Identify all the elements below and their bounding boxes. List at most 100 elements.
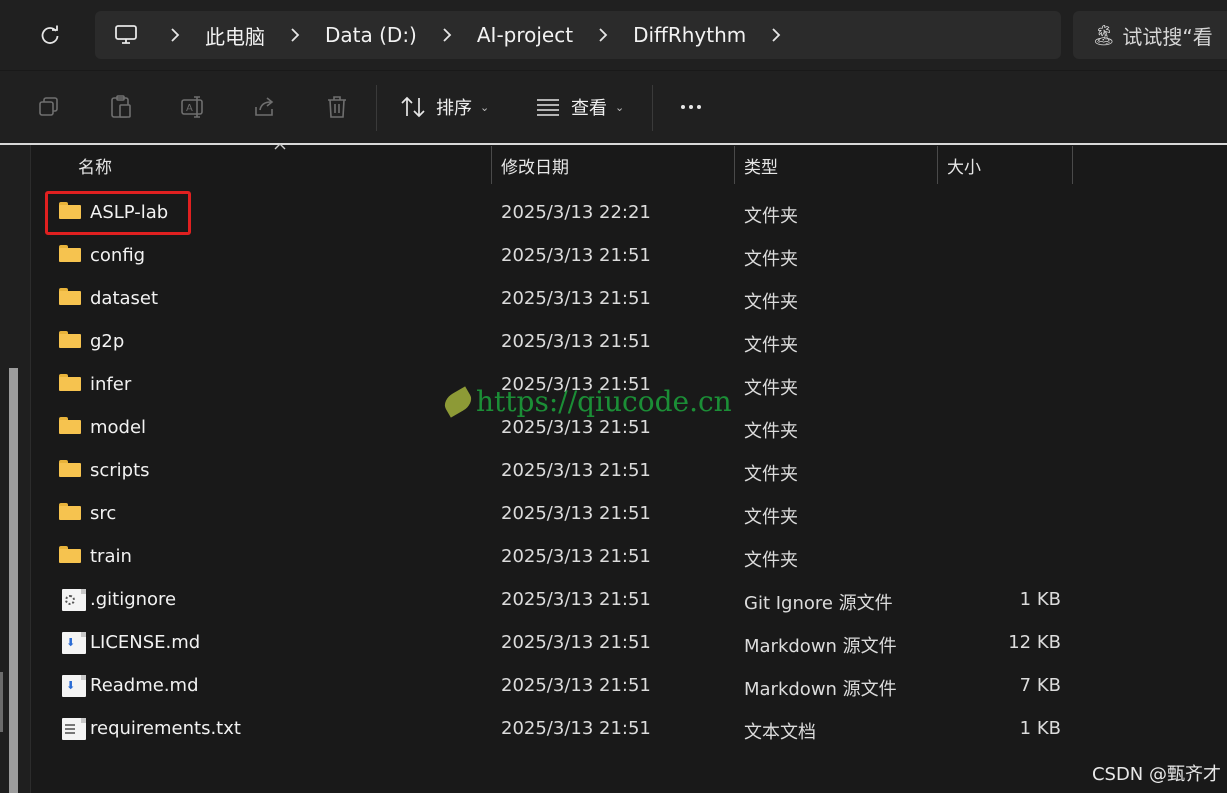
text-file-icon bbox=[62, 718, 86, 740]
chevron-right-icon[interactable] bbox=[167, 25, 183, 45]
file-type: 文件夹 bbox=[744, 206, 798, 227]
sort-button[interactable]: 排序 ⌄ bbox=[400, 87, 489, 127]
refresh-button[interactable] bbox=[30, 18, 70, 54]
more-options-button[interactable] bbox=[670, 87, 712, 127]
file-name: src bbox=[90, 503, 117, 524]
author-credit: CSDN @甄齐才 bbox=[1091, 764, 1221, 785]
delete-icon bbox=[328, 96, 346, 118]
view-button[interactable]: 查看 ⌄ bbox=[535, 87, 624, 127]
file-date: 2025/3/13 22:21 bbox=[501, 202, 651, 223]
address-bar-area: 此电脑 Data (D:) AI-project DiffRhythm 🏝 试试… bbox=[0, 0, 1227, 70]
file-name: requirements.txt bbox=[90, 718, 241, 739]
column-divider[interactable] bbox=[734, 146, 735, 184]
file-row-gitignore[interactable]: .gitignore 2025/3/13 21:51 Git Ignore 源文… bbox=[45, 579, 1075, 622]
delete-button[interactable] bbox=[315, 85, 359, 129]
paste-icon bbox=[111, 95, 131, 118]
file-row-requirements[interactable]: requirements.txt 2025/3/13 21:51 文本文档 1 … bbox=[45, 708, 1075, 751]
file-row-train[interactable]: train 2025/3/13 21:51 文件夹 bbox=[45, 536, 1075, 579]
rename-icon: A bbox=[181, 96, 203, 118]
breadcrumb-item-ai-project[interactable]: AI-project bbox=[477, 23, 573, 47]
file-row-src[interactable]: src 2025/3/13 21:51 文件夹 bbox=[45, 493, 1075, 536]
config-file-icon bbox=[62, 589, 86, 611]
file-row-dataset[interactable]: dataset 2025/3/13 21:51 文件夹 bbox=[45, 278, 1075, 321]
navigation-pane bbox=[0, 145, 31, 793]
file-type: 文本文档 bbox=[744, 722, 816, 743]
file-row-readme[interactable]: ⬇ Readme.md 2025/3/13 21:51 Markdown 源文件… bbox=[45, 665, 1075, 708]
watermark: https://qiucode.cn bbox=[440, 385, 732, 418]
copy-button[interactable] bbox=[27, 85, 71, 129]
file-type: 文件夹 bbox=[744, 421, 798, 442]
column-header-name[interactable]: 名称 bbox=[78, 146, 112, 184]
file-row-config[interactable]: config 2025/3/13 21:51 文件夹 bbox=[45, 235, 1075, 278]
file-type: 文件夹 bbox=[744, 507, 798, 528]
file-name: train bbox=[90, 546, 132, 567]
file-type: Markdown 源文件 bbox=[744, 636, 897, 657]
file-size: 7 KB bbox=[1019, 675, 1061, 696]
command-bar: A 排序 ⌄ 查看 ⌄ bbox=[0, 71, 1227, 145]
chevron-right-icon[interactable] bbox=[768, 25, 784, 45]
paste-button[interactable] bbox=[99, 85, 143, 129]
file-type: 文件夹 bbox=[744, 378, 798, 399]
file-name: infer bbox=[90, 374, 132, 395]
file-row-scripts[interactable]: scripts 2025/3/13 21:51 文件夹 bbox=[45, 450, 1075, 493]
sort-label: 排序 bbox=[436, 98, 472, 119]
search-box[interactable]: 🏝 试试搜“看 bbox=[1073, 11, 1227, 59]
address-bar[interactable]: 此电脑 Data (D:) AI-project DiffRhythm bbox=[95, 11, 1061, 59]
folder-icon bbox=[59, 374, 83, 396]
column-divider[interactable] bbox=[937, 146, 938, 184]
file-name: LICENSE.md bbox=[90, 632, 201, 653]
file-row-g2p[interactable]: g2p 2025/3/13 21:51 文件夹 bbox=[45, 321, 1075, 364]
breadcrumb-item-this-pc[interactable]: 此电脑 bbox=[205, 21, 265, 50]
file-name: scripts bbox=[90, 460, 150, 481]
file-name: g2p bbox=[90, 331, 125, 352]
folder-icon bbox=[59, 288, 83, 310]
column-header-date[interactable]: 修改日期 bbox=[501, 146, 569, 184]
file-date: 2025/3/13 21:51 bbox=[501, 503, 651, 524]
island-icon: 🏝 bbox=[1091, 23, 1117, 47]
breadcrumb-item-drive[interactable]: Data (D:) bbox=[325, 23, 417, 47]
file-date: 2025/3/13 21:51 bbox=[501, 288, 651, 309]
column-divider[interactable] bbox=[491, 146, 492, 184]
file-row-license[interactable]: ⬇ LICENSE.md 2025/3/13 21:51 Markdown 源文… bbox=[45, 622, 1075, 665]
file-row-aslp-lab[interactable]: ASLP-lab 2025/3/13 22:21 文件夹 bbox=[45, 192, 1075, 235]
sort-icon bbox=[401, 96, 425, 118]
file-date: 2025/3/13 21:51 bbox=[501, 546, 651, 567]
this-pc-icon[interactable] bbox=[113, 22, 139, 48]
file-type: Git Ignore 源文件 bbox=[744, 593, 893, 614]
file-type: 文件夹 bbox=[744, 550, 798, 571]
chevron-right-icon[interactable] bbox=[287, 25, 303, 45]
share-icon bbox=[255, 97, 274, 116]
column-header-type[interactable]: 类型 bbox=[744, 146, 778, 184]
file-date: 2025/3/13 21:51 bbox=[501, 675, 651, 696]
view-icon bbox=[537, 99, 559, 116]
markdown-file-icon: ⬇ bbox=[62, 675, 86, 697]
folder-icon bbox=[59, 331, 83, 353]
chevron-right-icon[interactable] bbox=[439, 25, 455, 45]
nav-scrollbar[interactable] bbox=[9, 368, 18, 793]
folder-icon bbox=[59, 460, 83, 482]
file-date: 2025/3/13 21:51 bbox=[501, 718, 651, 739]
rename-button[interactable]: A bbox=[171, 85, 215, 129]
file-size: 1 KB bbox=[1019, 589, 1061, 610]
breadcrumb-item-diffrhythm[interactable]: DiffRhythm bbox=[633, 23, 746, 47]
column-divider[interactable] bbox=[1072, 146, 1073, 184]
file-name: config bbox=[90, 245, 146, 266]
search-placeholder: 试试搜“看 bbox=[1122, 24, 1213, 49]
copy-icon bbox=[39, 97, 58, 116]
folder-icon bbox=[59, 546, 83, 568]
window-edge bbox=[0, 672, 3, 732]
file-date: 2025/3/13 21:51 bbox=[501, 460, 651, 481]
leaf-icon bbox=[440, 385, 476, 418]
file-name: Readme.md bbox=[90, 675, 199, 696]
share-button[interactable] bbox=[243, 85, 287, 129]
chevron-right-icon[interactable] bbox=[595, 25, 611, 45]
file-date: 2025/3/13 21:51 bbox=[501, 331, 651, 352]
column-header-size[interactable]: 大小 bbox=[947, 146, 981, 184]
dot-icon bbox=[697, 105, 701, 109]
file-type: Markdown 源文件 bbox=[744, 679, 897, 700]
chevron-down-icon: ⌄ bbox=[615, 100, 625, 114]
folder-icon bbox=[59, 417, 83, 439]
file-name: .gitignore bbox=[90, 589, 177, 610]
file-type: 文件夹 bbox=[744, 249, 798, 270]
refresh-icon bbox=[41, 25, 59, 44]
